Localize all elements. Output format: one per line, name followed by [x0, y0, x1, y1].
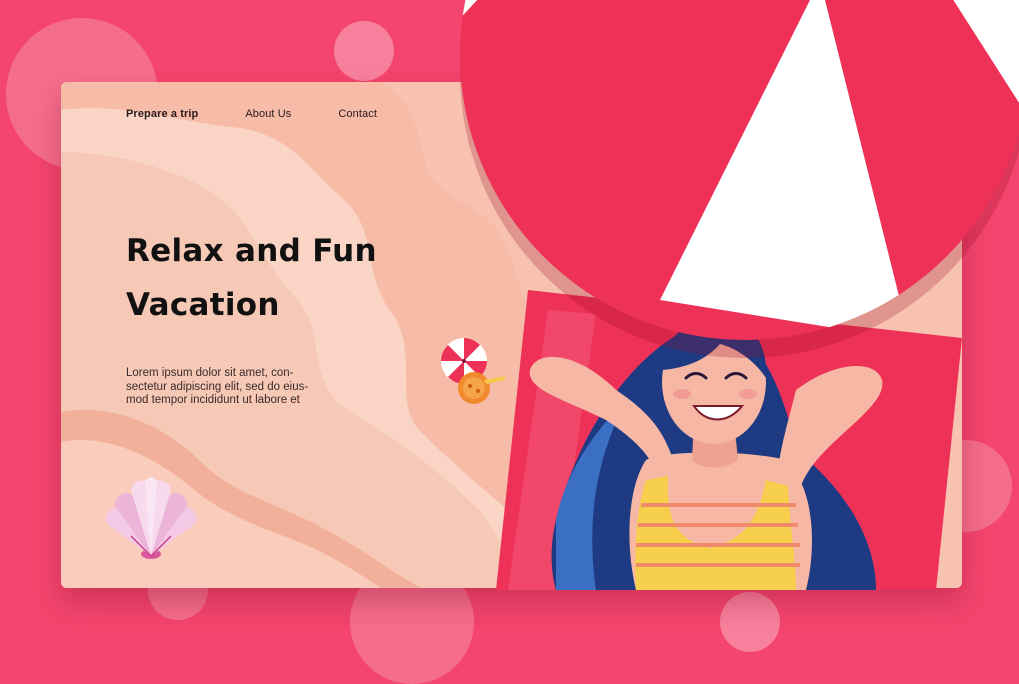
- hero-description-line-1: Lorem ipsum dolor sit amet, con-: [126, 367, 294, 379]
- hero-title-line-2: Vacation: [126, 287, 280, 323]
- nav-about-us[interactable]: About Us: [245, 108, 291, 120]
- hero-description: Lorem ipsum dolor sit amet, con- sectetu…: [126, 367, 386, 408]
- hero-description-line-3: mod tempor incididunt ut labore et: [126, 394, 300, 406]
- top-nav: Prepare a trip About Us Contact: [126, 108, 424, 120]
- woman-on-towel-illustration: [496, 290, 962, 590]
- nav-contact[interactable]: Contact: [338, 108, 377, 120]
- hero-description-line-2: sectetur adipiscing elit, sed do eius-: [126, 380, 309, 393]
- bg-bubble: [720, 592, 780, 652]
- shell-icon: [105, 477, 197, 559]
- hero-title: Relax and Fun Vacation: [126, 224, 456, 332]
- bg-bubble: [334, 21, 394, 81]
- hero-title-line-1: Relax and Fun: [126, 233, 377, 269]
- nav-prepare-trip[interactable]: Prepare a trip: [126, 108, 198, 120]
